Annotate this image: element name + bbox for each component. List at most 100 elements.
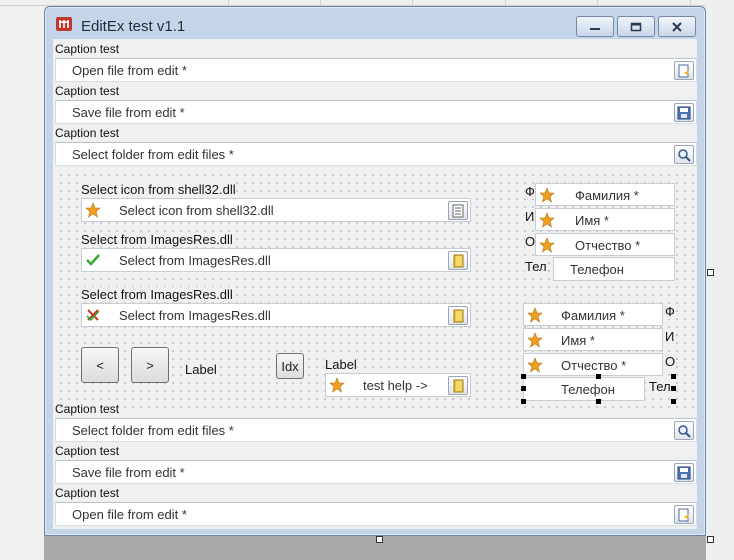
caption-label: Caption test <box>55 42 120 56</box>
patronymic-edit[interactable]: Отчество * <box>523 353 663 376</box>
surname-side-label: Ф <box>525 184 535 199</box>
name-edit[interactable]: Имя * <box>535 208 675 231</box>
cross-icon <box>86 309 100 322</box>
folder-icon <box>453 254 464 267</box>
open-file-button[interactable] <box>674 61 694 80</box>
patronymic-side-label: О <box>525 234 536 249</box>
star-icon <box>329 377 345 393</box>
design-panel: Select icon from shell32.dll Select icon… <box>55 169 697 409</box>
selection-handle[interactable] <box>671 386 676 391</box>
close-button[interactable] <box>658 16 696 37</box>
patronymic-edit[interactable]: Отчество * <box>535 233 675 256</box>
save-file-icon <box>677 106 691 119</box>
name-edit[interactable]: Имя * <box>523 328 663 351</box>
list-icon <box>452 204 464 217</box>
save-file-edit[interactable]: Save file from edit * <box>55 100 697 124</box>
edit-text: Select icon from shell32.dll <box>119 203 274 218</box>
surname-edit[interactable]: Фамилия * <box>523 303 663 326</box>
prev-button[interactable]: < <box>81 347 119 383</box>
open-file-button[interactable] <box>674 505 694 524</box>
edit-text: Select from ImagesRes.dll <box>119 308 271 323</box>
caption-label: Caption test <box>55 444 120 458</box>
ide-right-area <box>706 0 734 560</box>
app-icon <box>56 17 72 31</box>
select-icon-edit[interactable]: Select icon from shell32.dll <box>81 198 471 222</box>
next-button[interactable]: > <box>131 347 169 383</box>
patronymic-side-label: О <box>665 354 676 369</box>
select-images-edit[interactable]: Select from ImagesRes.dll <box>81 303 471 327</box>
form-resize-handle[interactable] <box>707 269 714 276</box>
prev-label: < <box>96 357 104 373</box>
select-images-button[interactable] <box>448 306 468 325</box>
browse-folder-button[interactable] <box>674 421 694 440</box>
edit-text: Имя * <box>575 213 609 228</box>
maximize-icon <box>630 22 642 31</box>
edit-text: Open file from edit * <box>72 63 187 78</box>
edit-text: Телефон <box>561 382 615 397</box>
idx-button[interactable]: Idx <box>276 353 304 379</box>
edit-text: Select folder from edit files * <box>72 147 234 162</box>
form-client-area: Caption test Open file from edit * Capti… <box>53 39 697 529</box>
phone-edit[interactable]: Телефон <box>553 257 675 281</box>
save-file-button[interactable] <box>674 463 694 482</box>
edit-text: Фамилия * <box>561 308 625 323</box>
field-label: Select from ImagesRes.dll <box>81 287 233 302</box>
idx-label: Idx <box>281 358 299 374</box>
minimize-button[interactable] <box>576 16 614 37</box>
open-file-icon <box>678 508 689 521</box>
selection-handle[interactable] <box>671 399 676 404</box>
edit-text: Отчество * <box>561 358 627 373</box>
select-images-button[interactable] <box>448 251 468 270</box>
save-file-icon <box>677 466 691 479</box>
edit-text: Save file from edit * <box>72 465 185 480</box>
selection-handle[interactable] <box>521 374 526 379</box>
window-title: EditEx test v1.1 <box>81 18 186 35</box>
search-icon <box>678 148 691 162</box>
next-label: > <box>146 357 154 373</box>
plain-label: Label <box>185 362 217 377</box>
star-icon <box>539 212 555 228</box>
close-icon <box>672 21 682 32</box>
phone-edit[interactable]: Телефон <box>523 377 645 401</box>
open-file-edit[interactable]: Open file from edit * <box>55 58 697 82</box>
help-edit[interactable]: test help -> <box>325 373 471 397</box>
title-bar[interactable]: EditEx test v1.1 <box>45 7 705 39</box>
open-file-edit[interactable]: Open file from edit * <box>55 502 697 526</box>
save-file-button[interactable] <box>674 103 694 122</box>
maximize-button[interactable] <box>617 16 655 37</box>
selection-handle[interactable] <box>521 399 526 404</box>
name-side-label: И <box>665 329 675 344</box>
surname-side-label: Ф <box>665 304 675 319</box>
save-file-edit[interactable]: Save file from edit * <box>55 460 697 484</box>
edit-text: Select from ImagesRes.dll <box>119 253 271 268</box>
caption-label: Caption test <box>55 486 120 500</box>
select-icon-button[interactable] <box>448 201 468 220</box>
star-icon <box>539 187 555 203</box>
selection-handle[interactable] <box>521 386 526 391</box>
select-folder-edit[interactable]: Select folder from edit files * <box>55 142 697 166</box>
folder-icon <box>453 309 464 322</box>
edit-text: Фамилия * <box>575 188 639 203</box>
edit-text: test help -> <box>363 378 428 393</box>
select-folder-edit[interactable]: Select folder from edit files * <box>55 418 697 442</box>
edit-text: Отчество * <box>575 238 641 253</box>
selection-handle[interactable] <box>671 374 676 379</box>
surname-edit[interactable]: Фамилия * <box>535 183 675 206</box>
folder-icon <box>453 379 464 392</box>
checkmark-icon <box>86 254 100 266</box>
help-button[interactable] <box>448 376 468 395</box>
selection-handle[interactable] <box>596 399 601 404</box>
caption-label: Caption test <box>55 84 120 98</box>
selection-handle[interactable] <box>596 374 601 379</box>
form-resize-handle[interactable] <box>376 536 383 543</box>
edit-text: Open file from edit * <box>72 507 187 522</box>
form-window: EditEx test v1.1 Caption test Open file … <box>44 6 706 536</box>
form-resize-handle[interactable] <box>707 536 714 543</box>
select-images-edit[interactable]: Select from ImagesRes.dll <box>81 248 471 272</box>
field-label: Select icon from shell32.dll <box>81 182 236 197</box>
edit-text: Save file from edit * <box>72 105 185 120</box>
name-side-label: И <box>525 209 535 224</box>
open-file-icon <box>678 64 689 77</box>
browse-folder-button[interactable] <box>674 145 694 164</box>
star-icon <box>527 307 543 323</box>
